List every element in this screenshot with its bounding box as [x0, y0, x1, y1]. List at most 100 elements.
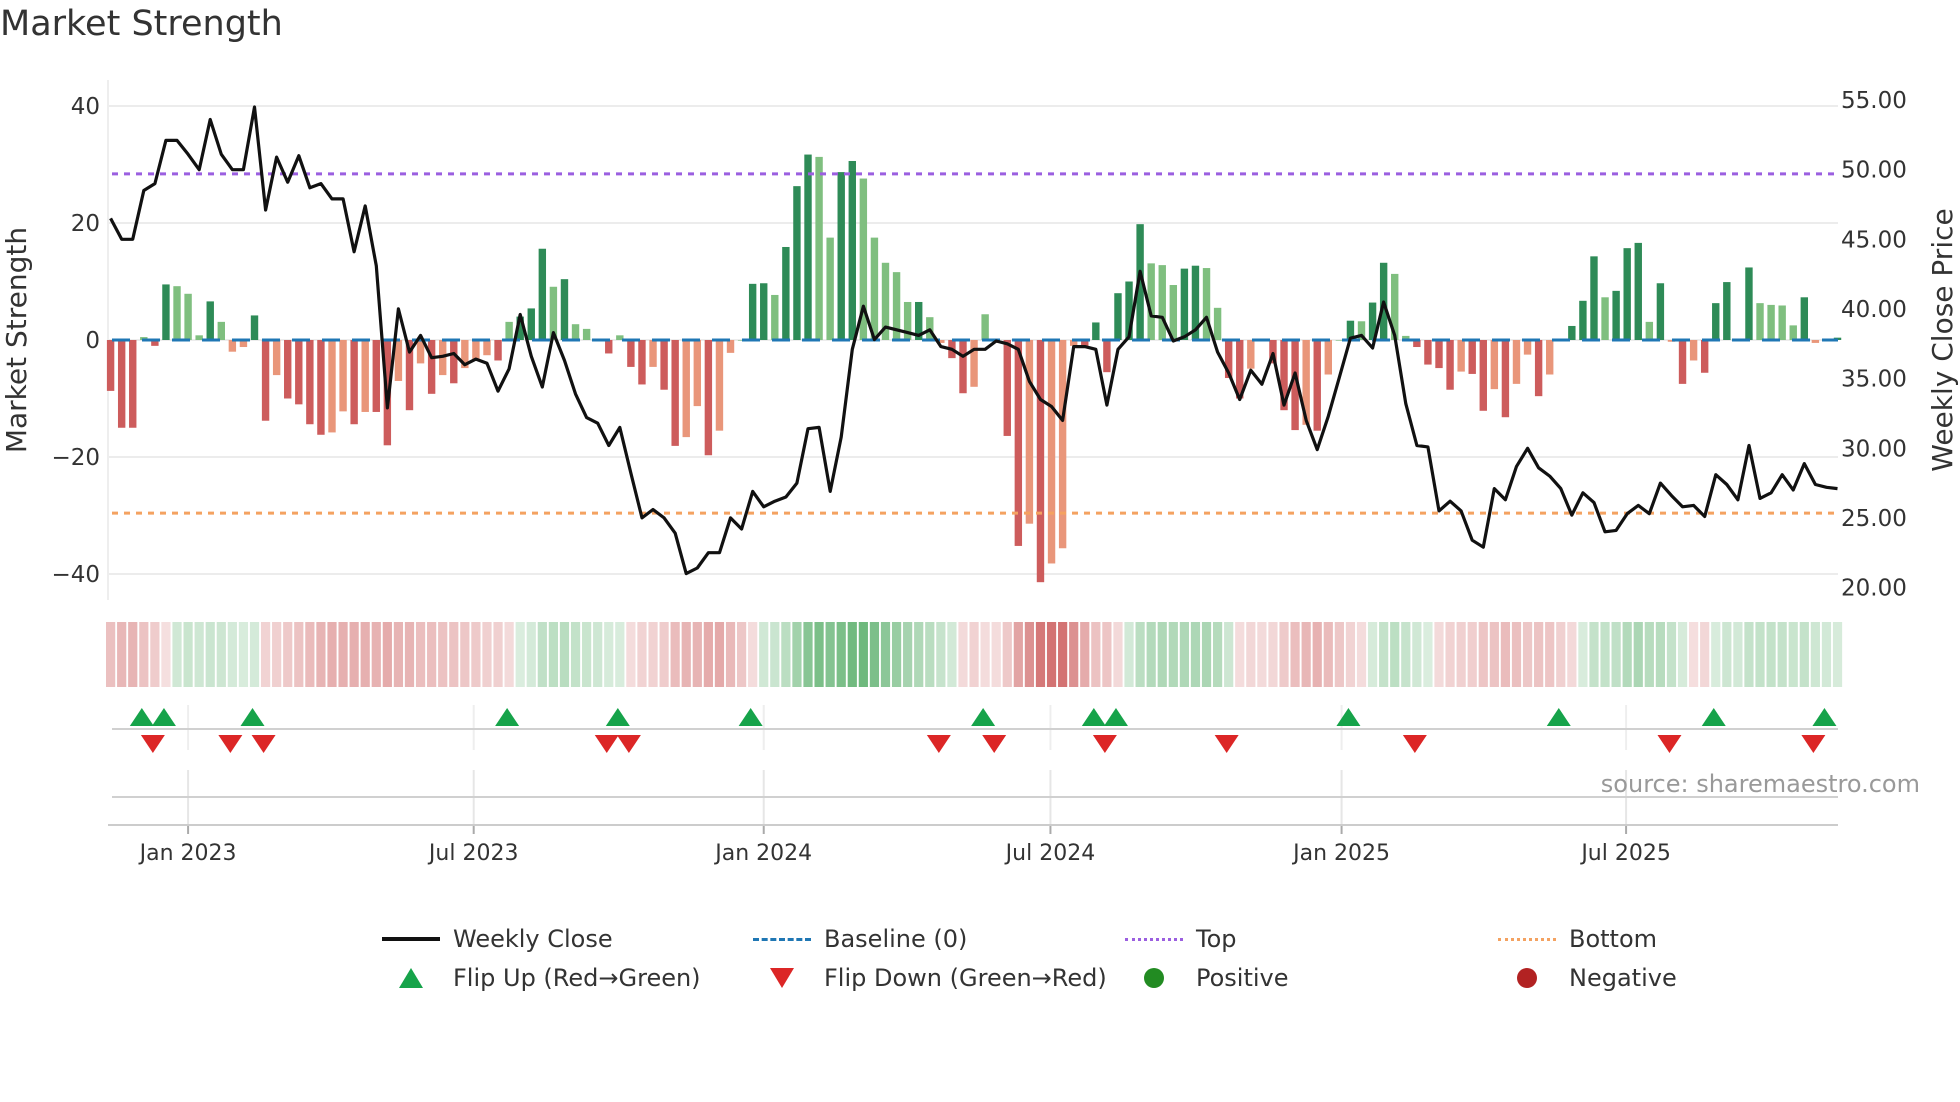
regime-cell	[128, 622, 138, 687]
regime-cell	[1268, 622, 1278, 687]
regime-cell	[1644, 622, 1654, 687]
y2-tick-label: 25.00	[1841, 506, 1907, 532]
regime-cell	[1733, 622, 1743, 687]
strength-bar	[1745, 267, 1753, 340]
regime-cell	[1467, 622, 1477, 687]
regime-cell	[825, 622, 835, 687]
strength-bar	[1767, 304, 1775, 340]
strength-bar	[981, 314, 989, 340]
regime-cell	[659, 622, 669, 687]
regime-cell	[1080, 622, 1090, 687]
strength-bar	[129, 340, 137, 428]
strength-bar	[1324, 340, 1332, 375]
solid-line-icon	[381, 929, 441, 949]
regime-cell	[1390, 622, 1400, 687]
strength-bar	[350, 340, 358, 425]
strength-bar	[1468, 340, 1476, 374]
strength-bar	[837, 172, 845, 340]
strength-bar	[1678, 340, 1687, 384]
flip-up-marker	[1103, 708, 1128, 726]
y-tick-label: −20	[51, 445, 100, 471]
regime-cell	[493, 622, 503, 687]
flip-down-marker	[926, 735, 951, 753]
strength-bar	[1490, 340, 1499, 390]
y-tick-label: −40	[51, 562, 100, 588]
regime-cell	[1069, 622, 1079, 687]
regime-cell	[106, 622, 116, 687]
strength-bar	[450, 340, 458, 384]
regime-cell	[1456, 622, 1466, 687]
strength-bar	[748, 283, 757, 340]
strength-bar	[1092, 322, 1100, 340]
red-dot-icon	[1497, 968, 1557, 988]
regime-cell	[637, 622, 647, 687]
regime-cell	[393, 622, 404, 687]
strength-bar	[1103, 340, 1111, 373]
regime-cell	[1755, 622, 1765, 687]
regime-cell	[1157, 622, 1167, 687]
strength-bar	[1534, 340, 1543, 397]
y-tick-label: 0	[85, 328, 100, 354]
regime-cell	[1478, 622, 1488, 687]
regime-cell	[1589, 622, 1599, 687]
regime-cell	[593, 622, 603, 687]
regime-cell	[1312, 622, 1322, 687]
strength-bar	[206, 301, 214, 340]
strength-bar	[1180, 268, 1189, 340]
x-tick-label: Jan 2024	[713, 841, 812, 866]
regime-cell	[1002, 622, 1012, 687]
strength-bar	[848, 160, 856, 340]
flip-up-marker	[1812, 708, 1837, 726]
strength-bar	[1523, 340, 1532, 355]
strength-bar	[1568, 325, 1576, 340]
flip-down-marker	[251, 735, 276, 753]
strength-bar	[1700, 340, 1709, 373]
regime-cell	[283, 622, 293, 687]
strength-bar	[870, 237, 879, 340]
triangle-down-icon	[752, 968, 812, 988]
strength-bar	[1435, 340, 1443, 369]
flip-down-marker	[1801, 735, 1826, 753]
regime-cell	[991, 622, 1001, 687]
regime-cell	[460, 622, 470, 687]
regime-cell	[670, 622, 680, 687]
regime-cell	[1722, 622, 1732, 687]
dotted-line-icon	[1124, 929, 1184, 949]
regime-cell	[117, 622, 127, 687]
regime-cell	[548, 622, 558, 687]
regime-cell	[1113, 622, 1123, 687]
strength-bar	[660, 340, 668, 390]
regime-cell	[925, 622, 935, 687]
regime-cell	[1013, 622, 1023, 687]
flip-up-marker	[971, 708, 996, 726]
regime-cell	[692, 622, 702, 687]
regime-cell	[1301, 622, 1311, 687]
market-strength-chart: 40 20 0 −20 −40 55.00 50.00 45.00 40.00 35.00 30.0…	[0, 80, 1959, 866]
flip-up-marker	[240, 708, 265, 726]
strength-bar	[295, 340, 303, 405]
y2-axis-label: Weekly Close Price	[1926, 208, 1959, 471]
strength-bar	[959, 340, 967, 394]
y2-tick-label: 50.00	[1841, 158, 1907, 184]
strength-bar	[1601, 297, 1609, 340]
regime-cell	[703, 622, 713, 687]
regime-cell	[1146, 622, 1156, 687]
regime-cell	[404, 622, 415, 687]
regime-cell	[1677, 622, 1688, 687]
regime-cell	[582, 622, 592, 687]
regime-cell	[1179, 622, 1189, 687]
regime-cell	[1500, 622, 1511, 687]
strength-bar	[649, 340, 657, 367]
strength-bar	[505, 321, 513, 340]
strength-bar	[693, 340, 702, 407]
flip-up-marker	[129, 708, 154, 726]
strength-bar	[372, 340, 380, 412]
strength-bar	[1634, 242, 1642, 340]
regime-cell	[1323, 622, 1333, 687]
strength-bar	[272, 340, 281, 376]
regime-cell	[980, 622, 990, 687]
strength-bar	[638, 340, 646, 385]
regime-cell	[1489, 622, 1499, 687]
y2-tick-label: 30.00	[1841, 436, 1907, 462]
strength-bar	[1003, 340, 1011, 436]
